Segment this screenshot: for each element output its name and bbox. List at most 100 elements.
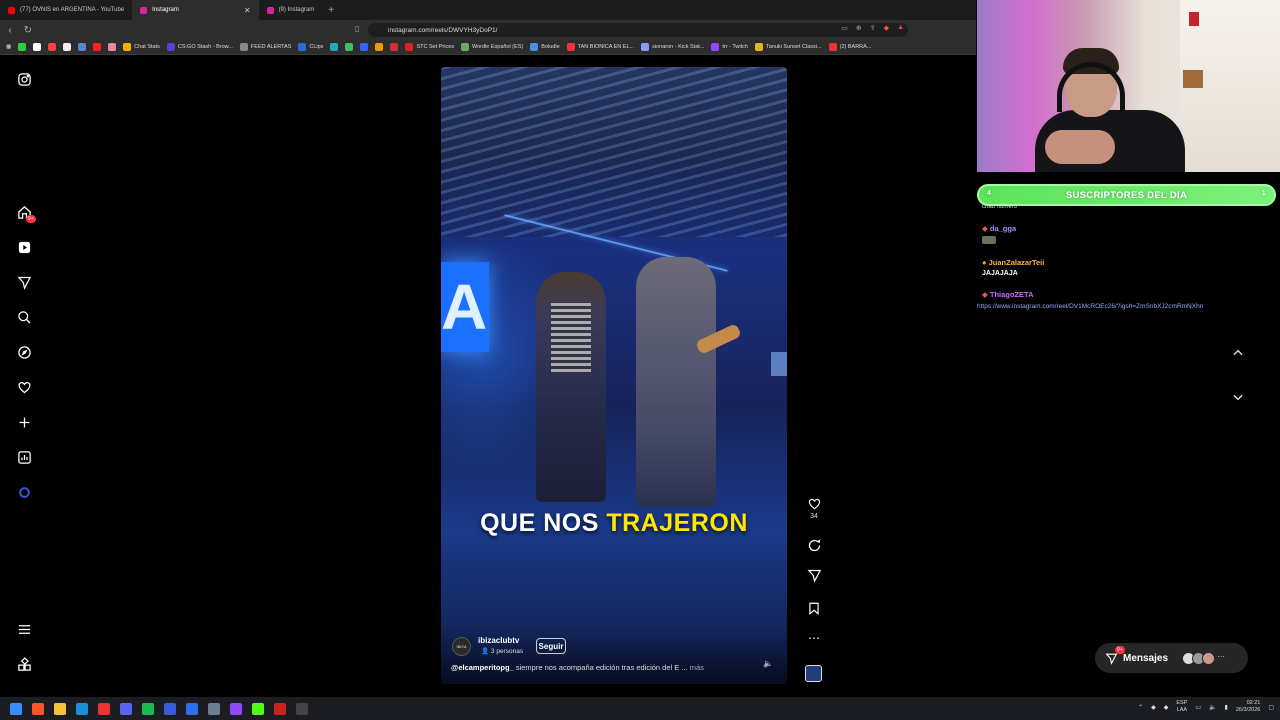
tab-label: (9) Instagram <box>278 7 315 13</box>
bookmark-icon[interactable] <box>63 43 72 51</box>
instagram-logo-icon[interactable] <box>16 71 33 88</box>
brave-shield-icon[interactable]: ◆ <box>884 24 889 32</box>
bookmark-tan-bionica[interactable]: TAN BIONICA EN EL... <box>566 43 634 51</box>
bookmark-boludle[interactable]: Boludle <box>530 43 560 51</box>
bookmark-icon[interactable] <box>360 43 369 51</box>
cast-icon[interactable]: ▭ <box>841 24 848 32</box>
start-icon[interactable] <box>10 702 22 715</box>
explore-icon[interactable] <box>16 344 33 361</box>
app-icon[interactable] <box>186 702 198 715</box>
heart-icon[interactable] <box>16 379 33 396</box>
chat-message: ● JuanZalazarTeii <box>982 258 1044 267</box>
app-icon[interactable] <box>164 702 176 715</box>
bookmark-icon[interactable] <box>330 43 339 51</box>
bookmark-csgo-stash[interactable]: CS:GO Stash - Brow... <box>166 43 233 51</box>
volume-icon[interactable]: 🔈 <box>1209 704 1216 711</box>
apps-grid-icon[interactable]: ▦ <box>6 44 11 50</box>
kick-bookmark-icon[interactable] <box>18 43 27 51</box>
tray-app-icon[interactable]: ◆ <box>1164 704 1169 711</box>
zoom-icon[interactable]: ⊕ <box>856 24 862 32</box>
audio-track-thumbnail[interactable] <box>805 665 822 682</box>
back-icon[interactable]: ‹ <box>2 25 18 36</box>
next-reel-button[interactable] <box>1224 383 1252 411</box>
new-tab-icon[interactable]: + <box>328 5 334 16</box>
bookmark-icon[interactable] <box>375 43 384 51</box>
bookmark-icon[interactable] <box>48 43 57 51</box>
apps-icon[interactable] <box>16 656 33 673</box>
caption-highlight-text: TRAJERON <box>606 509 748 537</box>
more-options-icon[interactable]: ⋯ <box>803 631 825 645</box>
menu-icon[interactable] <box>16 621 33 638</box>
search-icon[interactable] <box>16 309 33 326</box>
bookmark-feed-alertas[interactable]: FEED ALERTAS <box>239 43 291 51</box>
chat-username: da_gga <box>989 224 1017 233</box>
tray-expand-icon[interactable]: ⌃ <box>1138 704 1143 711</box>
mention-link[interactable]: @elcamperitopg_ <box>451 663 514 672</box>
brave-icon[interactable] <box>32 702 44 715</box>
chat-text: JAJAJAJA <box>982 270 1018 277</box>
bookmark-icon[interactable] <box>108 43 117 51</box>
app-icon[interactable] <box>98 702 110 715</box>
bookmark-trr-twitch[interactable]: trr - Twitch <box>711 43 748 51</box>
audio-icon[interactable]: 🔈 <box>761 659 775 673</box>
address-bar-row: ‹ ↻ ▯ instagram.com/reels/DWVYH3yDoP1/ ▭… <box>0 20 976 40</box>
account-avatar[interactable]: IBIZA <box>452 637 471 656</box>
reels-icon[interactable] <box>16 239 33 256</box>
create-icon[interactable] <box>16 414 33 431</box>
bookmark-barra[interactable]: (2) BARRA... <box>828 43 871 51</box>
tab-instagram-active[interactable]: Instagram ✕ <box>132 0 259 20</box>
share-icon[interactable]: ⇪ <box>870 24 876 32</box>
bookmark-page-icon[interactable]: ▯ <box>355 24 359 33</box>
bookmark-wordle[interactable]: Wordle Español (ES) <box>461 43 523 51</box>
more-link[interactable]: más <box>690 663 704 672</box>
url-input[interactable]: instagram.com/reels/DWVYH3yDoP1/ <box>368 23 908 37</box>
bookmark-icon[interactable] <box>93 43 102 51</box>
comment-icon[interactable] <box>803 538 825 553</box>
bookmark-icon[interactable] <box>345 43 354 51</box>
bookmark-tanuki[interactable]: Tanuki Sunset Classi... <box>754 43 822 51</box>
chevron-up-icon <box>1233 349 1243 356</box>
app-icon[interactable] <box>274 702 286 715</box>
notifications-icon[interactable]: ▢ <box>1268 704 1274 711</box>
app-icon[interactable] <box>208 702 220 715</box>
app-icon[interactable] <box>76 702 88 715</box>
previous-reel-button[interactable] <box>1224 339 1252 367</box>
dashboard-icon[interactable] <box>16 449 33 466</box>
discord-icon[interactable] <box>120 702 132 715</box>
bookmark-clips[interactable]: CLips <box>298 43 323 51</box>
bookmark-stc-set-prices[interactable]: STC Set Prices <box>405 43 454 51</box>
like-action[interactable]: 34 <box>803 497 825 520</box>
send-icon[interactable] <box>16 274 33 291</box>
messages-button[interactable]: 9+ Mensajes ⋯ <box>1095 643 1248 673</box>
kick-icon[interactable] <box>252 702 264 715</box>
follow-button[interactable]: Seguir <box>536 638 566 654</box>
reel-description: @elcamperitopg_ siempre nos acompaña edi… <box>451 663 704 672</box>
bookmark-icon[interactable] <box>78 43 87 51</box>
bookmark-chat-stats[interactable]: Chat Stats <box>123 43 160 51</box>
close-tab-icon[interactable]: ✕ <box>244 6 251 15</box>
battery-icon[interactable]: ▮ <box>1225 704 1228 711</box>
network-icon[interactable]: ▭ <box>1195 704 1201 711</box>
reel-video[interactable]: A QUE NOS TRAJERON IBIZA ibizaclubtv 👤 3… <box>441 67 787 684</box>
webcam-decor <box>1183 70 1203 88</box>
meta-ai-icon[interactable] <box>16 484 33 501</box>
bookmark-icon[interactable] <box>33 43 42 51</box>
bookmark-sionaron-kick[interactable]: sionaron - Kick Stat... <box>641 43 704 51</box>
rewards-icon[interactable]: ▲ <box>897 24 904 32</box>
tray-app-icon[interactable]: ◆ <box>1151 704 1156 711</box>
language-indicator[interactable]: ESP LAA <box>1176 700 1187 714</box>
webcam-decor <box>1189 12 1199 26</box>
twitch-icon[interactable] <box>230 702 242 715</box>
account-name[interactable]: ibizaclubtv <box>478 636 519 645</box>
tab-youtube[interactable]: (77) OVNIS en ARGENTINA - YouTube <box>0 0 132 20</box>
app-icon[interactable] <box>296 702 308 715</box>
save-icon[interactable] <box>803 601 825 616</box>
avatar <box>1202 651 1216 665</box>
bookmark-icon[interactable] <box>390 43 399 51</box>
spotify-icon[interactable] <box>142 702 154 715</box>
tab-instagram[interactable]: (9) Instagram <box>259 0 323 20</box>
reload-icon[interactable]: ↻ <box>20 25 36 36</box>
share-icon[interactable] <box>803 568 825 583</box>
folder-icon[interactable] <box>54 702 66 715</box>
clock[interactable]: 02:21 26/3/2026 <box>1236 700 1260 714</box>
